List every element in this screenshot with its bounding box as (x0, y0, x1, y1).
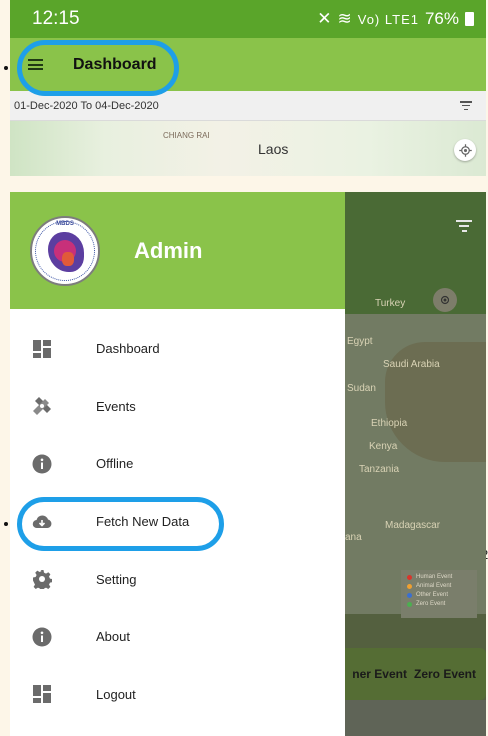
filter-icon[interactable] (460, 101, 472, 110)
map-label: Kenya (369, 441, 398, 452)
map-label: Tanzania (359, 464, 400, 475)
dashboard-icon (32, 684, 52, 704)
highlight-ring-fetch-new-data (17, 497, 224, 551)
menu-item-about[interactable]: About (10, 608, 345, 666)
legend-swatch (407, 601, 412, 607)
map-label: Turkey (375, 298, 406, 309)
map-label-city: CHIANG RAI (163, 131, 210, 140)
map-label: Egypt (347, 336, 373, 347)
filter-icon[interactable] (456, 220, 472, 232)
legend-item: Human Event (407, 574, 471, 580)
crosshair-icon (458, 143, 472, 157)
dimmed-map-background[interactable]: Turkey Egypt Saudi Arabia Sudan Ethiopia… (345, 192, 486, 736)
legend-swatch (407, 592, 412, 598)
screenshot-collage: 2 12:15 ✕ ≋ Vo) LTE1 76% Dashboard 01-De… (0, 0, 488, 736)
legend-item: Zero Event (407, 601, 471, 607)
my-location-icon[interactable] (433, 288, 457, 312)
bullet-marker (4, 66, 8, 70)
event-filter-bar: ner Event Zero Event (345, 648, 486, 700)
menu-item-setting[interactable]: Setting (10, 550, 345, 608)
wifi-icon: ≋ (337, 9, 352, 28)
navigation-drawer: MBDS Admin Dashboard Events Offline Fetc… (10, 192, 345, 736)
map-label: Ethiopia (371, 418, 408, 429)
menu-item-label: Events (96, 398, 136, 414)
drawer-header: MBDS Admin (10, 192, 345, 309)
signal-text: Vo) LTE1 (357, 11, 419, 27)
legend-item: Other Event (407, 592, 471, 598)
dashboard-icon (32, 339, 52, 359)
app-logo: MBDS (30, 215, 100, 286)
gear-icon (32, 569, 52, 590)
battery-percent: 76% (424, 9, 459, 28)
status-time: 12:15 (32, 8, 80, 29)
menu-item-label: Offline (96, 456, 134, 472)
map-label: ana (345, 532, 362, 543)
legend-swatch (407, 574, 412, 580)
map-label: Sudan (347, 383, 376, 394)
drawer-user-name: Admin (134, 237, 203, 263)
events-icon (32, 396, 52, 416)
zero-event-button[interactable]: Zero Event (414, 667, 476, 681)
menu-item-label: Logout (96, 686, 136, 702)
map-legend: Human Event Animal Event Other Event Zer… (401, 570, 477, 618)
map-label: Saudi Arabia (383, 359, 440, 370)
menu-item-offline[interactable]: Offline (10, 435, 345, 493)
menu-item-dashboard[interactable]: Dashboard (10, 320, 345, 378)
menu-item-label: Setting (96, 571, 137, 587)
map-view[interactable]: CHIANG RAI Laos (10, 121, 486, 176)
status-bar: 12:15 ✕ ≋ Vo) LTE1 76% (10, 0, 486, 38)
other-event-button[interactable]: ner Event (352, 667, 407, 681)
bullet-marker (4, 522, 8, 526)
menu-item-events[interactable]: Events (10, 378, 345, 436)
info-icon (32, 454, 52, 474)
legend-item: Animal Event (407, 583, 471, 589)
mute-icon: ✕ (317, 9, 332, 28)
menu-item-logout[interactable]: Logout (10, 666, 345, 724)
highlight-ring-dashboard (17, 40, 179, 96)
info-icon (32, 627, 52, 647)
crosshair-icon (440, 295, 450, 305)
menu-item-label: Dashboard (96, 341, 160, 357)
legend-swatch (407, 583, 412, 589)
drawer-screen: Turkey Egypt Saudi Arabia Sudan Ethiopia… (10, 192, 486, 736)
menu-item-label: About (96, 629, 130, 645)
date-range-text: 01-Dec-2020 To 04-Dec-2020 (14, 99, 159, 112)
map-label: Madagascar (385, 520, 441, 531)
map-label-country: Laos (258, 141, 289, 157)
my-location-button[interactable] (454, 139, 476, 161)
battery-icon (465, 12, 474, 26)
